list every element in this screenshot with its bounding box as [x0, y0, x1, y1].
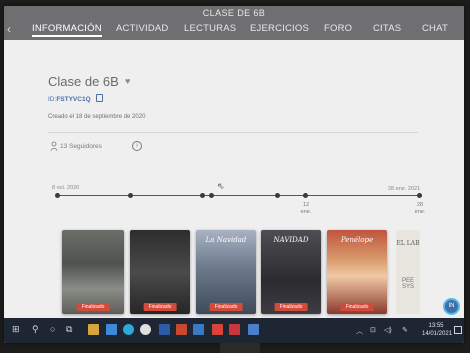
- book-title: EL LAB: [396, 240, 420, 247]
- cortana-icon[interactable]: ○: [50, 324, 55, 334]
- taskbar: ⊞ ⚲ ○ ⧉ ︿ ⊡ ◁) ✎ 13:55 14/01/2021: [4, 318, 464, 343]
- taskbar-clock[interactable]: 13:55 14/01/2021: [422, 322, 453, 338]
- app-icon[interactable]: [229, 324, 240, 335]
- edge-icon[interactable]: [123, 324, 134, 335]
- browser-screen: CLASE DE 6B ‹ INFORMACIÓN ACTIVIDAD LECT…: [4, 6, 464, 343]
- timeline-date-month: ene.: [300, 209, 312, 215]
- tab-foro[interactable]: FORO: [324, 23, 352, 34]
- timeline-end-label: 28 ene. 2021: [388, 186, 421, 192]
- status-badge: Finalizado: [340, 303, 374, 311]
- book-cover[interactable]: EL LAB: [396, 230, 420, 314]
- network-icon[interactable]: ⊡: [370, 326, 376, 334]
- status-badge: Finalizado: [209, 303, 243, 311]
- book-title: Penélope: [340, 236, 374, 244]
- pen-icon[interactable]: ✎: [402, 326, 408, 334]
- tab-ejercicios[interactable]: EJERCICIOS: [250, 23, 309, 34]
- tray-chevron-icon[interactable]: ︿: [356, 326, 363, 336]
- monitor-stand: [220, 343, 260, 353]
- timeline-date-month: ene.: [414, 209, 426, 215]
- timeline-start-label: 8 oct. 2020: [52, 185, 80, 191]
- tab-lecturas[interactable]: LECTURAS: [184, 23, 236, 34]
- chrome-icon[interactable]: [140, 324, 151, 335]
- class-id-value: FSTYVC1Q: [56, 96, 91, 103]
- timeline-line: [56, 195, 422, 196]
- class-info-panel: Clase de 6B ♥ ID:FSTYVC1Q Creado el 18 d…: [4, 40, 464, 318]
- book-cover[interactable]: Penélope Finalizado: [327, 230, 387, 314]
- file-explorer-icon[interactable]: [88, 324, 99, 335]
- book-cover[interactable]: Finalizado: [62, 230, 124, 314]
- info-icon[interactable]: i: [132, 141, 142, 151]
- tab-actividad[interactable]: ACTIVIDAD: [116, 23, 168, 34]
- back-chevron-icon[interactable]: ‹: [7, 22, 11, 36]
- timeline-dot[interactable]: [200, 193, 205, 198]
- help-fab-button[interactable]: IN: [443, 298, 460, 315]
- tab-citas[interactable]: CITAS: [373, 23, 401, 34]
- tab-informacion[interactable]: INFORMACIÓN: [32, 23, 102, 37]
- teams-icon[interactable]: [248, 324, 259, 335]
- timeline-date-day: 12: [302, 202, 310, 208]
- followers-count[interactable]: 13 Seguidores: [60, 143, 102, 150]
- app-icon[interactable]: [193, 324, 204, 335]
- timeline-dot[interactable]: [128, 193, 133, 198]
- app-icon[interactable]: [212, 324, 223, 335]
- mail-icon[interactable]: [106, 324, 117, 335]
- class-id: ID:FSTYVC1Q: [48, 96, 91, 103]
- mouse-cursor-icon: ⇖: [217, 181, 225, 191]
- windows-start-icon[interactable]: ⊞: [12, 324, 20, 335]
- window-title: CLASE DE 6B: [202, 8, 266, 18]
- word-icon[interactable]: [159, 324, 170, 335]
- book-cover[interactable]: Finalizado: [130, 230, 190, 314]
- class-name: Clase de 6B: [48, 74, 119, 89]
- book-title: NAVIDAD: [273, 236, 309, 244]
- clock-date: 14/01/2021: [422, 331, 453, 337]
- status-badge: Finalizado: [76, 303, 110, 311]
- timeline-dot[interactable]: [303, 193, 308, 198]
- timeline-dot[interactable]: [209, 193, 214, 198]
- class-header: CLASE DE 6B ‹ INFORMACIÓN ACTIVIDAD LECT…: [4, 6, 464, 40]
- book-title: La Navidad: [205, 236, 247, 244]
- volume-icon[interactable]: ◁): [384, 326, 392, 334]
- book-cover[interactable]: NAVIDAD Finalizado: [261, 230, 321, 314]
- timeline-dot[interactable]: [417, 193, 422, 198]
- status-badge: Finalizado: [274, 303, 308, 311]
- timeline-date-day: 28: [416, 202, 424, 208]
- created-date: Creado el 18 de septiembre de 2020: [48, 114, 146, 120]
- search-icon[interactable]: ⚲: [32, 324, 39, 335]
- copy-icon[interactable]: [96, 94, 103, 102]
- timeline-dot[interactable]: [275, 193, 280, 198]
- user-icon: [50, 141, 58, 151]
- task-view-icon[interactable]: ⧉: [66, 324, 72, 335]
- book-side-text: PEE SYS: [401, 278, 414, 290]
- clock-time: 13:55: [428, 323, 444, 329]
- status-badge: Finalizado: [143, 303, 177, 311]
- powerpoint-icon[interactable]: [176, 324, 187, 335]
- notification-icon[interactable]: [454, 326, 462, 334]
- timeline-dot[interactable]: [55, 193, 60, 198]
- book-cover[interactable]: La Navidad Finalizado: [196, 230, 256, 314]
- heart-icon[interactable]: ♥: [125, 76, 134, 86]
- tab-chat[interactable]: CHAT: [422, 23, 448, 34]
- divider: [48, 132, 418, 133]
